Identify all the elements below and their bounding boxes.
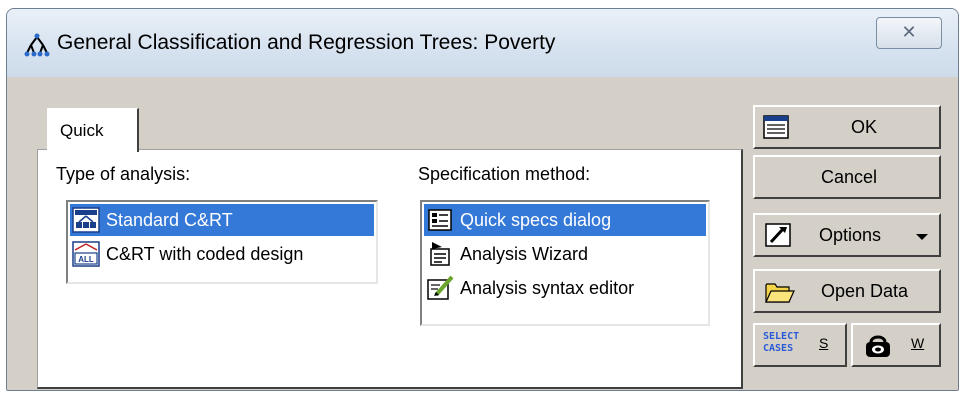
w-label: W bbox=[911, 335, 925, 351]
tree-diagram-icon bbox=[72, 207, 100, 233]
quick-tab-panel: Type of analysis: Standard C&RT ALL C&RT… bbox=[37, 149, 743, 389]
select-cases-icon: SELECT CASES bbox=[763, 331, 800, 354]
tab-quick[interactable]: Quick bbox=[47, 108, 139, 152]
ok-dialog-icon bbox=[763, 115, 789, 139]
list-item-standard-crt[interactable]: Standard C&RT bbox=[70, 204, 374, 236]
list-item-syntax-editor[interactable]: Analysis syntax editor bbox=[424, 272, 706, 304]
title-bar[interactable]: General Classification and Regression Tr… bbox=[7, 9, 958, 78]
options-icon bbox=[765, 223, 791, 247]
list-item-analysis-wizard[interactable]: Analysis Wizard bbox=[424, 238, 706, 270]
tree-icon bbox=[24, 33, 50, 57]
open-folder-icon bbox=[765, 283, 795, 303]
type-of-analysis-list[interactable]: Standard C&RT ALL C&RT with coded design bbox=[66, 200, 378, 284]
select-cases-button[interactable]: SELECT CASES S bbox=[753, 323, 847, 367]
window-title: General Classification and Regression Tr… bbox=[57, 31, 556, 54]
ok-button[interactable]: OK bbox=[753, 105, 941, 149]
wizard-icon bbox=[430, 242, 450, 266]
close-icon: ✕ bbox=[901, 22, 917, 43]
weight-icon bbox=[866, 335, 890, 357]
dialog-client: Quick Type of analysis: Standard C&RT AL… bbox=[7, 77, 958, 390]
list-item-crt-coded-design[interactable]: ALL C&RT with coded design bbox=[70, 238, 374, 270]
syntax-editor-icon bbox=[427, 275, 454, 300]
list-item-label: Standard C&RT bbox=[106, 210, 233, 230]
open-data-label: Open Data bbox=[821, 281, 909, 301]
list-item-label: Analysis Wizard bbox=[460, 244, 589, 264]
list-item-label: Analysis syntax editor bbox=[460, 278, 635, 298]
list-item-label: Quick specs dialog bbox=[460, 210, 612, 230]
list-item-quick-specs[interactable]: Quick specs dialog bbox=[424, 204, 706, 236]
open-data-button[interactable]: Open Data bbox=[753, 269, 941, 313]
specification-method-list[interactable]: Quick specs dialog Analysis Wizard Analy… bbox=[420, 200, 710, 326]
options-button[interactable]: Options bbox=[753, 213, 941, 257]
cancel-button[interactable]: Cancel bbox=[753, 155, 941, 199]
specification-method-label: Specification method: bbox=[418, 164, 591, 184]
weight-button[interactable]: W bbox=[851, 323, 941, 367]
options-label: Options bbox=[819, 225, 882, 245]
type-of-analysis-label: Type of analysis: bbox=[56, 164, 191, 184]
dialog-form-icon bbox=[428, 209, 452, 231]
chevron-down-icon bbox=[916, 234, 928, 240]
tab-quick-label: Quick bbox=[60, 121, 104, 140]
ok-label: OK bbox=[851, 117, 878, 137]
dialog-window: General Classification and Regression Tr… bbox=[6, 8, 959, 391]
list-item-label: C&RT with coded design bbox=[106, 244, 304, 264]
cancel-label: Cancel bbox=[821, 167, 878, 187]
svg-text:ALL: ALL bbox=[78, 255, 94, 264]
close-button[interactable]: ✕ bbox=[876, 17, 942, 49]
coded-design-icon: ALL bbox=[72, 241, 100, 267]
s-label: S bbox=[819, 335, 829, 351]
